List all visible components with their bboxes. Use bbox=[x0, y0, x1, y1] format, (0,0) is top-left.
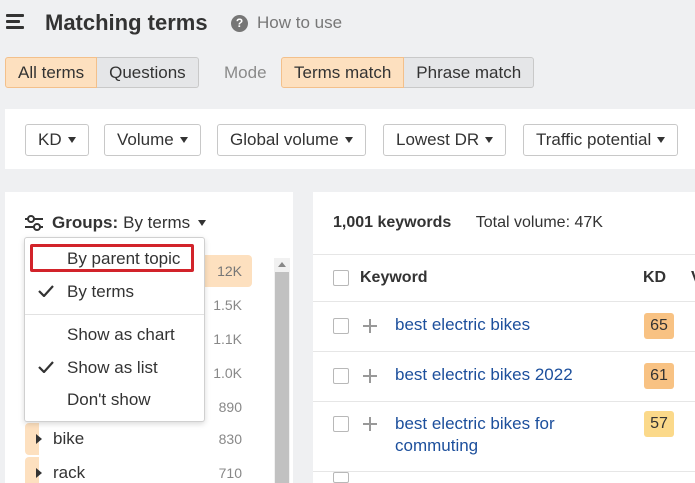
row-checkbox[interactable] bbox=[333, 472, 349, 483]
group-count: 830 bbox=[218, 431, 242, 447]
column-volume[interactable]: V bbox=[691, 269, 695, 287]
groups-value: By terms bbox=[123, 213, 191, 232]
tab-all-terms[interactable]: All terms bbox=[5, 57, 98, 88]
keyword-link[interactable]: best electric bikes 2022 bbox=[395, 364, 573, 386]
total-volume: Total volume: 47K bbox=[475, 214, 603, 231]
menu-item-label: Show as list bbox=[67, 358, 158, 377]
menu-divider bbox=[25, 314, 204, 315]
filter-global-volume-label: Global volume bbox=[230, 130, 339, 149]
kd-badge: 61 bbox=[644, 363, 674, 389]
results-summary: 1,001 keywords Total volume: 47K bbox=[333, 214, 603, 232]
scrollbar-thumb[interactable] bbox=[275, 272, 289, 483]
caret-down-icon bbox=[657, 137, 666, 143]
keyword-link[interactable]: best electric bikes bbox=[395, 314, 530, 336]
caret-down-icon bbox=[485, 137, 494, 143]
mode-tabs: Terms match Phrase match bbox=[281, 57, 535, 88]
group-name: bike bbox=[53, 429, 85, 448]
group-row-rack[interactable]: rack 710 bbox=[25, 457, 252, 483]
caret-down-icon bbox=[344, 137, 353, 143]
scope-tabs: All terms Questions bbox=[5, 57, 199, 88]
how-to-use-label: How to use bbox=[257, 13, 343, 32]
menu-item-label: Don't show bbox=[67, 390, 151, 409]
check-icon bbox=[38, 285, 54, 297]
group-name: rack bbox=[53, 463, 86, 482]
filter-volume[interactable]: Volume bbox=[104, 124, 201, 156]
caret-down-icon bbox=[67, 137, 76, 143]
menu-item-show-as-list[interactable]: Show as list bbox=[25, 353, 204, 383]
sliders-icon bbox=[25, 215, 43, 231]
group-count: 12K bbox=[217, 263, 242, 279]
table-header: Keyword KD V bbox=[313, 254, 695, 302]
groups-scrollbar[interactable] bbox=[274, 258, 290, 483]
tab-questions[interactable]: Questions bbox=[97, 57, 199, 88]
group-count: 1.5K bbox=[213, 297, 242, 313]
row-checkbox[interactable] bbox=[333, 318, 349, 334]
expand-arrow-icon[interactable] bbox=[36, 468, 42, 478]
menu-item-label: Show as chart bbox=[67, 325, 175, 344]
check-icon bbox=[38, 361, 54, 373]
tab-terms-match[interactable]: Terms match bbox=[281, 57, 405, 88]
group-row-bike[interactable]: bike 830 bbox=[25, 423, 252, 455]
filter-global-volume[interactable]: Global volume bbox=[217, 124, 366, 156]
page-title: Matching terms bbox=[45, 10, 208, 35]
table-row bbox=[313, 472, 695, 483]
column-kd[interactable]: KD bbox=[643, 269, 666, 287]
column-keyword[interactable]: Keyword bbox=[360, 269, 428, 287]
plus-icon[interactable] bbox=[363, 369, 377, 383]
groups-dropdown-menu: By parent topic By terms Show as chart S… bbox=[24, 237, 205, 422]
filter-traffic-potential-label: Traffic potential bbox=[536, 130, 652, 149]
plus-icon[interactable] bbox=[363, 417, 377, 431]
plus-icon[interactable] bbox=[363, 319, 377, 333]
tab-phrase-match[interactable]: Phrase match bbox=[404, 57, 535, 88]
caret-down-icon bbox=[198, 220, 207, 226]
filter-volume-label: Volume bbox=[117, 130, 174, 149]
keywords-panel: 1,001 keywords Total volume: 47K Keyword… bbox=[313, 192, 695, 483]
how-to-use-link[interactable]: ? How to use bbox=[231, 13, 342, 33]
mode-label: Mode bbox=[224, 63, 267, 82]
table-row: best electric bikes for commuting 57 bbox=[313, 402, 695, 472]
filter-traffic-potential[interactable]: Traffic potential bbox=[523, 124, 679, 156]
filter-kd[interactable]: KD bbox=[25, 124, 89, 156]
select-all-checkbox[interactable] bbox=[333, 270, 349, 286]
kd-badge: 65 bbox=[644, 313, 674, 339]
groups-label: Groups: bbox=[52, 213, 119, 232]
keyword-count: 1,001 keywords bbox=[333, 214, 452, 231]
filter-kd-label: KD bbox=[38, 130, 62, 149]
row-checkbox[interactable] bbox=[333, 368, 349, 384]
filter-lowest-dr[interactable]: Lowest DR bbox=[383, 124, 507, 156]
group-count: 1.1K bbox=[213, 331, 242, 347]
keyword-link[interactable]: best electric bikes for commuting bbox=[395, 413, 585, 457]
highlight-annotation bbox=[30, 244, 194, 272]
filter-bar: KD Volume Global volume Lowest DR Traffi… bbox=[5, 109, 695, 169]
menu-item-label: By terms bbox=[67, 282, 135, 301]
group-count: 890 bbox=[218, 399, 242, 415]
group-count: 710 bbox=[218, 465, 242, 481]
group-count: 1.0K bbox=[213, 365, 242, 381]
filter-lowest-dr-label: Lowest DR bbox=[396, 130, 480, 149]
groups-selector[interactable]: Groups: By terms bbox=[25, 213, 207, 233]
question-circle-icon: ? bbox=[231, 14, 248, 32]
menu-item-by-terms[interactable]: By terms bbox=[25, 277, 204, 307]
table-row: best electric bikes 65 bbox=[313, 302, 695, 352]
menu-item-show-as-chart[interactable]: Show as chart bbox=[25, 320, 204, 350]
menu-icon[interactable] bbox=[6, 14, 24, 30]
row-checkbox[interactable] bbox=[333, 416, 349, 432]
expand-arrow-icon[interactable] bbox=[36, 434, 42, 444]
kd-badge: 57 bbox=[644, 411, 674, 437]
scroll-up-icon[interactable] bbox=[278, 262, 286, 267]
menu-item-dont-show[interactable]: Don't show bbox=[25, 385, 204, 415]
table-row: best electric bikes 2022 61 bbox=[313, 352, 695, 402]
caret-down-icon bbox=[179, 137, 188, 143]
